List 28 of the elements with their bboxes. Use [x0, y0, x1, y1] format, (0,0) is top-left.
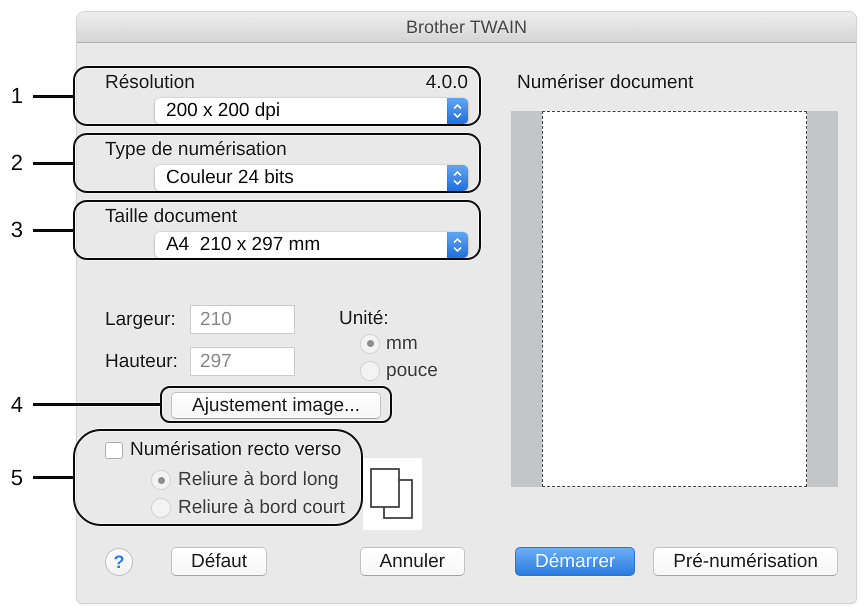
push-button[interactable]: Ajustement image... — [171, 392, 381, 419]
checkbox[interactable] — [105, 442, 123, 458]
dropdown[interactable]: Couleur 24 bits — [155, 165, 468, 191]
version-number: 4.0.0 — [426, 72, 468, 94]
setting-label: Type de numérisation — [105, 139, 287, 161]
field-label: Hauteur: — [105, 350, 179, 372]
stepper-icon — [447, 232, 468, 258]
callout-number: 1 — [10, 84, 23, 108]
checkbox-label[interactable]: Numérisation recto verso — [130, 439, 342, 461]
push-button[interactable]: Annuler — [360, 547, 465, 576]
setting-label: Taille document — [105, 206, 238, 228]
help-button[interactable]: ? — [105, 548, 133, 576]
push-button[interactable]: Défaut — [171, 547, 267, 576]
window-title: Brother TWAIN — [406, 16, 528, 38]
stepper-icon — [447, 98, 468, 124]
dropdown[interactable]: 200 x 200 dpi — [155, 98, 468, 124]
callout-number: 4 — [10, 392, 23, 416]
field-label: Largeur: — [105, 308, 177, 330]
dropdown[interactable]: A4 210 x 297 mm — [155, 232, 468, 258]
stepper-icon — [447, 165, 468, 191]
preview-label: Numériser document — [516, 72, 694, 94]
unit-label: Unité: — [339, 308, 390, 330]
pages-icon — [363, 458, 422, 530]
push-button[interactable]: Pré-numérisation — [653, 547, 838, 576]
setting-label: Résolution — [105, 72, 195, 94]
callout-number: 2 — [10, 151, 23, 175]
callout-number: 3 — [10, 218, 23, 242]
callout-number: 5 — [10, 466, 23, 490]
